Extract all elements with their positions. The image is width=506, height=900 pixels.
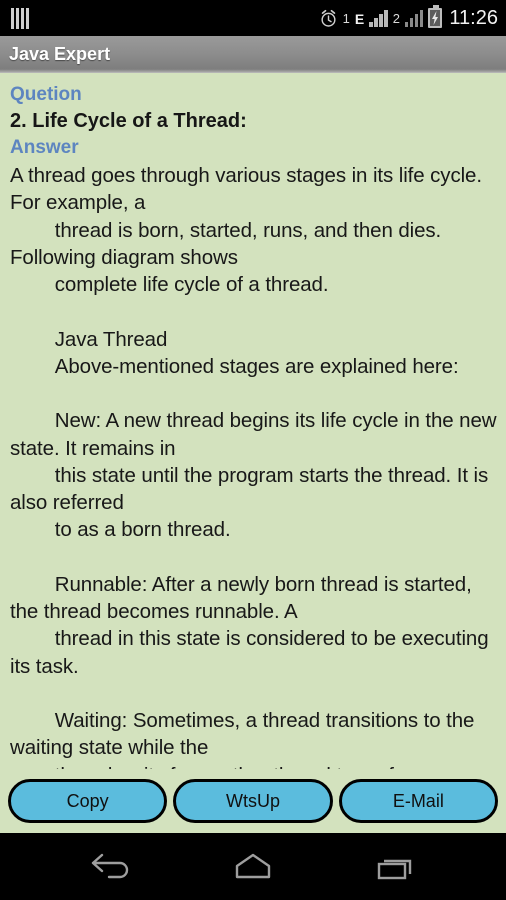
signal-bars-icon-1 (369, 9, 388, 27)
status-bar-clock: 11:26 (449, 7, 498, 29)
signal-bars-icon-2 (404, 9, 424, 27)
answer-label: Answer (10, 136, 79, 158)
action-bar: Java Expert (0, 36, 506, 73)
status-bar: 1 E 2 11:26 (0, 0, 506, 36)
answer-body-text: A thread goes through various stages in … (10, 164, 497, 769)
action-button-row: Copy WtsUp E-Mail (0, 769, 506, 833)
sim-slot-badge: 2 (392, 10, 400, 26)
alarm-clock-icon (319, 9, 338, 28)
question-label: Quetion (10, 84, 82, 105)
app-title: Java Expert (9, 43, 111, 64)
content-area: Quetion 2. Life Cycle of a Thread: Answe… (0, 73, 506, 833)
email-share-button[interactable]: E-Mail (338, 779, 498, 823)
question-title: 2. Life Cycle of a Thread: (10, 110, 247, 133)
status-bar-right: 1 E 2 11:26 (319, 5, 498, 29)
back-button[interactable] (79, 843, 143, 891)
back-arrow-icon (87, 850, 135, 884)
android-navigation-bar (0, 833, 506, 900)
whatsapp-share-button[interactable]: WtsUp (173, 779, 333, 823)
network-type-label: E (354, 11, 365, 27)
alarm-count-badge: 1 (342, 10, 350, 26)
home-button[interactable] (221, 843, 285, 891)
answer-scroll-view[interactable]: Quetion 2. Life Cycle of a Thread: Answe… (0, 73, 506, 769)
home-icon (229, 850, 277, 884)
copy-button[interactable]: Copy (8, 779, 168, 823)
recent-apps-button[interactable] (363, 843, 427, 891)
phone-screen: 1 E 2 11:26 Java Expert Quetion 2. Life … (0, 0, 506, 900)
battery-charging-icon (428, 5, 443, 28)
sim-bars-icon (10, 7, 30, 29)
status-bar-left (10, 7, 30, 29)
recent-apps-icon (371, 850, 419, 884)
